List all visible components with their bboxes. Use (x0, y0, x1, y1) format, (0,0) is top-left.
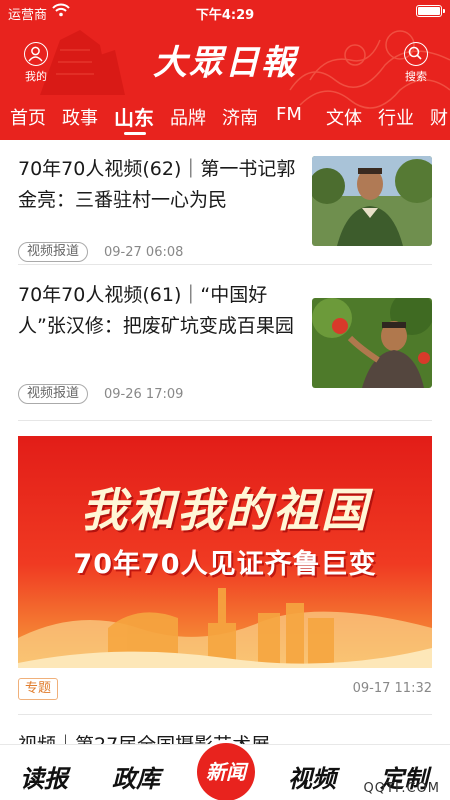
nav-gov-library[interactable]: 政库 (112, 759, 160, 794)
news-thumbnail[interactable] (312, 298, 432, 388)
news-thumbnail[interactable] (312, 156, 432, 246)
banner-skyline (18, 588, 432, 668)
search-button[interactable]: 搜索 (396, 42, 436, 84)
divider (18, 264, 432, 265)
tab-fm[interactable]: FM (276, 104, 302, 125)
active-tab-indicator (124, 132, 146, 135)
news-feed[interactable]: 70年70人视频(62)｜第一书记郭金亮：三番驻村一心为民 视频报道 09-27… (0, 140, 450, 744)
news-meta: 视频报道 09-27 06:08 (18, 242, 183, 262)
app-logo: 大眾日報 (153, 43, 297, 83)
app-header: 运营商 下午4:29 我的 大眾日報 搜索 首页 政事 山东 品牌 济南 FM … (0, 0, 450, 140)
user-icon (24, 42, 48, 66)
battery-icon (416, 5, 445, 17)
news-item[interactable]: 70年70人视频(62)｜第一书记郭金亮：三番驻村一心为民 视频报道 09-27… (18, 154, 432, 264)
tab-politics[interactable]: 政事 (62, 104, 98, 130)
tab-jinan[interactable]: 济南 (222, 104, 258, 130)
publish-date: 09-27 06:08 (104, 244, 184, 260)
divider (18, 420, 432, 421)
category-tag: 视频报道 (18, 384, 89, 404)
nav-news[interactable]: 新闻 (197, 743, 255, 800)
nav-read-paper[interactable]: 读报 (20, 759, 68, 794)
news-meta: 视频报道 09-26 17:09 (18, 384, 183, 404)
bottom-navigation: 读报 政库 新闻 视频 定制 QQTF.COM (0, 743, 450, 800)
divider (18, 714, 432, 715)
watermark: QQTF.COM (363, 781, 440, 796)
special-tag: 专题 (18, 678, 59, 700)
tab-culture-sports[interactable]: 文体 (326, 104, 362, 130)
nav-video[interactable]: 视频 (288, 759, 336, 794)
banner-headline: 我和我的祖国 (81, 483, 369, 537)
news-title[interactable]: 70年70人视频(61)｜“中国好人”张汉修：把废矿坑变成百果园 (18, 280, 296, 342)
news-title[interactable]: 视频｜第27届全国摄影艺术展 (18, 730, 270, 744)
publish-date: 09-26 17:09 (104, 386, 184, 402)
category-tag: 视频报道 (18, 242, 89, 262)
tab-brand[interactable]: 品牌 (170, 104, 206, 130)
news-title[interactable]: 70年70人视频(62)｜第一书记郭金亮：三番驻村一心为民 (18, 154, 296, 216)
news-item[interactable]: 70年70人视频(61)｜“中国好人”张汉修：把废矿坑变成百果园 视频报道 09… (18, 280, 432, 410)
publish-date: 09-17 11:32 (352, 681, 432, 696)
tab-shandong[interactable]: 山东 (114, 102, 154, 131)
banner-meta: 专题 09-17 11:32 (18, 678, 432, 702)
special-banner[interactable]: 我和我的祖国 70年70人见证齐鲁巨变 (18, 436, 432, 668)
search-label: 搜索 (405, 70, 427, 83)
mine-label: 我的 (25, 70, 47, 83)
search-icon (404, 42, 428, 66)
tab-home[interactable]: 首页 (10, 104, 46, 130)
channel-tabs: 首页 政事 山东 品牌 济南 FM 文体 行业 财 (0, 96, 450, 136)
clock: 下午4:29 (195, 8, 255, 23)
tab-industry[interactable]: 行业 (378, 104, 414, 130)
status-bar: 运营商 下午4:29 (0, 0, 450, 24)
mine-button[interactable]: 我的 (16, 42, 56, 84)
tab-finance[interactable]: 财 (430, 104, 448, 130)
